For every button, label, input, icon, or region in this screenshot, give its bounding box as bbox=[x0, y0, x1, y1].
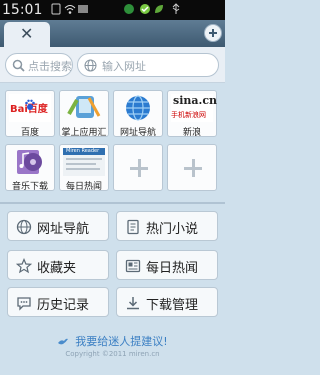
nav-button[interactable]: 网址导航 bbox=[7, 211, 109, 241]
book-icon bbox=[127, 219, 139, 235]
baidu-logo: Bai百度 bbox=[9, 94, 51, 122]
favorites-label: 收藏夹 bbox=[37, 261, 77, 276]
music-icon bbox=[17, 150, 42, 174]
chat-icon bbox=[17, 297, 31, 311]
add-speed-dial-button[interactable] bbox=[113, 144, 163, 191]
paw-icon bbox=[25, 99, 35, 110]
globe-icon bbox=[84, 59, 97, 72]
sina-logo: sina.cn 手机新浪网 bbox=[171, 94, 217, 122]
notification-icon bbox=[78, 5, 88, 13]
downloads-button[interactable]: 下载管理 bbox=[116, 287, 218, 317]
tile-label-miren: 每日热闻 bbox=[65, 182, 102, 192]
url-input[interactable]: 输入网址 bbox=[77, 53, 219, 77]
add-speed-dial-button[interactable] bbox=[167, 144, 217, 191]
miren-logo-text: Miren Reader bbox=[66, 148, 100, 154]
sina-logo-text: sina.cn bbox=[173, 94, 218, 107]
history-button[interactable]: 历史记录 bbox=[7, 287, 109, 317]
leaf-icon bbox=[155, 5, 163, 13]
search-icon bbox=[12, 59, 25, 72]
tab-bar: ✕ bbox=[0, 20, 225, 47]
nav-label: 网址导航 bbox=[37, 222, 90, 237]
novel-button[interactable]: 热门小说 bbox=[116, 211, 218, 241]
usb-icon bbox=[172, 3, 180, 14]
star-icon bbox=[16, 258, 32, 274]
download-icon bbox=[127, 297, 139, 310]
plus-icon bbox=[130, 159, 148, 177]
search-input[interactable]: 点击搜索 bbox=[5, 53, 73, 77]
tile-label-baidu: 百度 bbox=[20, 128, 39, 138]
novel-label: 热门小说 bbox=[146, 222, 199, 237]
miren-reader-thumb: Miren Reader bbox=[63, 148, 105, 176]
app-icon bbox=[124, 4, 134, 14]
tile-label-nav: 网址导航 bbox=[119, 128, 156, 138]
bird-icon bbox=[58, 338, 69, 345]
tile-label-appchina: 掌上应用汇 bbox=[61, 128, 107, 138]
daily-label: 每日热闻 bbox=[146, 261, 199, 276]
status-bar: 15:01 bbox=[0, 0, 225, 20]
tile-label-music: 音乐下载 bbox=[11, 182, 48, 192]
copyright: Copyright ©2011 miren.cn bbox=[65, 350, 160, 358]
url-placeholder: 输入网址 bbox=[102, 60, 146, 73]
plus-icon bbox=[184, 159, 202, 177]
search-row: 点击搜索 输入网址 bbox=[0, 47, 225, 83]
feedback-link[interactable]: 我要给迷人提建议! bbox=[0, 333, 225, 349]
globe-nav-icon bbox=[126, 95, 150, 121]
tab-current[interactable]: ✕ bbox=[4, 22, 50, 47]
new-tab-button[interactable] bbox=[204, 24, 222, 42]
feedback-label: 我要给迷人提建议! bbox=[75, 335, 168, 348]
divider bbox=[0, 202, 225, 204]
globe-icon bbox=[16, 219, 32, 235]
favorites-button[interactable]: 收藏夹 bbox=[7, 250, 109, 280]
status-time: 15:01 bbox=[2, 2, 43, 18]
appchina-icon bbox=[67, 96, 101, 118]
check-icon bbox=[140, 4, 150, 14]
sim-icon bbox=[51, 3, 61, 15]
close-tab-icon[interactable]: ✕ bbox=[20, 24, 33, 43]
tile-label-sina: 新浪 bbox=[182, 128, 201, 138]
wifi-icon bbox=[64, 5, 76, 14]
newspaper-icon bbox=[125, 259, 141, 273]
downloads-label: 下载管理 bbox=[146, 298, 199, 313]
history-label: 历史记录 bbox=[37, 298, 90, 313]
sina-logo-subtext: 手机新浪网 bbox=[171, 111, 206, 119]
daily-button[interactable]: 每日热闻 bbox=[116, 250, 218, 280]
search-placeholder: 点击搜索 bbox=[28, 60, 72, 73]
